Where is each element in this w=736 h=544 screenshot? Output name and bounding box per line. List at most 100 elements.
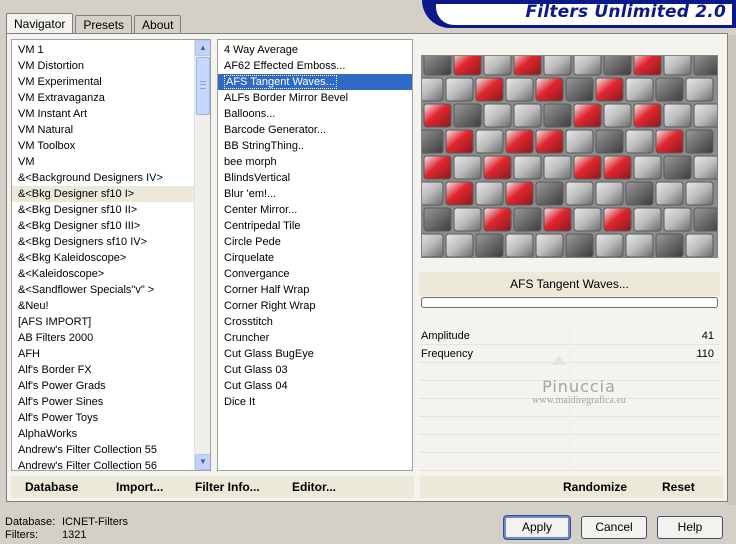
filter-item[interactable]: Corner Half Wrap <box>218 282 412 298</box>
category-item[interactable]: Alf's Border FX <box>12 362 194 378</box>
category-item[interactable]: VM <box>12 154 194 170</box>
filter-item[interactable]: Center Mirror... <box>218 202 412 218</box>
cancel-button[interactable]: Cancel <box>581 516 647 539</box>
preview-tile <box>505 181 534 206</box>
preview-tile <box>655 181 684 206</box>
preview-tile <box>513 155 542 180</box>
preview-tile <box>543 56 572 76</box>
database-value: ICNET-Filters <box>62 516 128 528</box>
apply-button[interactable]: Apply <box>504 516 570 539</box>
filter-item[interactable]: AFS Tangent Waves... <box>218 74 412 90</box>
preview-tile <box>655 233 684 257</box>
filter-item[interactable]: Circle Pede <box>218 234 412 250</box>
randomize-button[interactable]: Randomize <box>563 476 627 498</box>
filter-item[interactable]: Centripedal Tile <box>218 218 412 234</box>
category-item[interactable]: AB Filters 2000 <box>12 330 194 346</box>
filter-item[interactable]: Balloons... <box>218 106 412 122</box>
filter-item[interactable]: Barcode Generator... <box>218 122 412 138</box>
category-item[interactable]: VM 1 <box>12 42 194 58</box>
preview-tile <box>483 155 512 180</box>
tab-navigator[interactable]: Navigator <box>6 13 74 35</box>
filter-item[interactable]: Cruncher <box>218 330 412 346</box>
category-item[interactable]: VM Extravaganza <box>12 90 194 106</box>
preview-tile <box>625 129 654 154</box>
filters-label: Filters: <box>5 529 38 541</box>
filter-item[interactable]: Cut Glass 03 <box>218 362 412 378</box>
category-list[interactable]: VM 1 VM Distortion VM Experimental VM Extra… <box>11 39 211 471</box>
preview-tile <box>663 103 692 128</box>
preview-tile <box>655 129 684 154</box>
category-item[interactable]: VM Experimental <box>12 74 194 90</box>
preview-tile <box>603 155 632 180</box>
preview-tile <box>422 129 444 154</box>
tab-presets[interactable]: Presets <box>75 15 133 34</box>
filter-list[interactable]: 4 Way Average AF62 Effected Emboss... AFS … <box>217 39 413 471</box>
category-item[interactable]: AlphaWorks <box>12 426 194 442</box>
filter-item[interactable]: ALFs Border Mirror Bevel <box>218 90 412 106</box>
category-item[interactable]: &<Bkg Designer sf10 III> <box>12 218 194 234</box>
preview-tile <box>573 155 602 180</box>
category-item[interactable]: &Neu! <box>12 298 194 314</box>
preview-tile <box>535 181 564 206</box>
filter-item[interactable]: Crosstitch <box>218 314 412 330</box>
help-button[interactable]: Help <box>657 516 723 539</box>
preview-tile <box>422 77 444 102</box>
category-item[interactable]: VM Toolbox <box>12 138 194 154</box>
filter-item[interactable]: BB StringThing.. <box>218 138 412 154</box>
category-item[interactable]: &<Background Designers IV> <box>12 170 194 186</box>
slider-indicator-icon[interactable] <box>551 356 567 365</box>
category-item[interactable]: VM Instant Art <box>12 106 194 122</box>
preview-tile <box>685 77 714 102</box>
tab-about[interactable]: About <box>134 15 182 34</box>
editor-button[interactable]: Editor... <box>292 476 336 498</box>
preview-tile <box>595 77 624 102</box>
filter-item[interactable]: 4 Way Average <box>218 42 412 58</box>
filter-info-button[interactable]: Filter Info... <box>195 476 260 498</box>
preview-tile <box>685 129 714 154</box>
filter-item[interactable]: Dice It <box>218 394 412 410</box>
filter-item[interactable]: bee morph <box>218 154 412 170</box>
category-item[interactable]: &<Kaleidoscope> <box>12 266 194 282</box>
database-button[interactable]: Database <box>25 476 78 498</box>
watermark-name: Pinuccia <box>542 377 616 396</box>
filter-items: 4 Way Average AF62 Effected Emboss... AFS … <box>218 42 412 410</box>
category-item[interactable]: &<Bkg Designer sf10 II> <box>12 202 194 218</box>
preview-tile <box>475 129 504 154</box>
category-item[interactable]: Andrew's Filter Collection 55 <box>12 442 194 458</box>
category-item[interactable]: AFH <box>12 346 194 362</box>
preview-tile <box>633 103 662 128</box>
param-frequency[interactable]: Frequency 110 <box>419 345 720 363</box>
category-item[interactable]: &<Bkg Designer sf10 I> <box>12 186 194 202</box>
filter-item[interactable]: Corner Right Wrap <box>218 298 412 314</box>
category-item[interactable]: VM Distortion <box>12 58 194 74</box>
category-scrollbar[interactable]: ▲ ▼ <box>194 40 210 470</box>
param-amplitude[interactable]: Amplitude 41 <box>419 327 720 345</box>
category-item[interactable]: Andrew's Filter Collection 56 <box>12 458 194 470</box>
filter-item[interactable]: Cut Glass BugEye <box>218 346 412 362</box>
preview-tile <box>663 155 692 180</box>
import-button[interactable]: Import... <box>116 476 163 498</box>
filter-item[interactable]: Blur 'em!... <box>218 186 412 202</box>
scroll-up-icon[interactable]: ▲ <box>195 40 210 56</box>
filter-item[interactable]: BlindsVertical <box>218 170 412 186</box>
preview-tile <box>453 103 482 128</box>
scroll-down-icon[interactable]: ▼ <box>195 454 210 470</box>
category-item[interactable]: Alf's Power Grads <box>12 378 194 394</box>
scroll-thumb[interactable] <box>196 57 210 115</box>
filter-item[interactable]: Cirquelate <box>218 250 412 266</box>
preview-tile <box>513 207 542 232</box>
filter-item[interactable]: Cut Glass 04 <box>218 378 412 394</box>
preview-tile <box>453 155 482 180</box>
preview-tile <box>445 181 474 206</box>
category-item[interactable]: &<Bkg Kaleidoscope> <box>12 250 194 266</box>
preview-tile <box>475 233 504 257</box>
category-item[interactable]: Alf's Power Toys <box>12 410 194 426</box>
category-item[interactable]: &<Bkg Designers sf10 IV> <box>12 234 194 250</box>
category-item[interactable]: VM Natural <box>12 122 194 138</box>
category-item[interactable]: &<Sandflower Specials"v" > <box>12 282 194 298</box>
category-item[interactable]: [AFS IMPORT] <box>12 314 194 330</box>
category-item[interactable]: Alf's Power Sines <box>12 394 194 410</box>
reset-button[interactable]: Reset <box>662 476 695 498</box>
filter-item[interactable]: Convergance <box>218 266 412 282</box>
filter-item[interactable]: AF62 Effected Emboss... <box>218 58 412 74</box>
